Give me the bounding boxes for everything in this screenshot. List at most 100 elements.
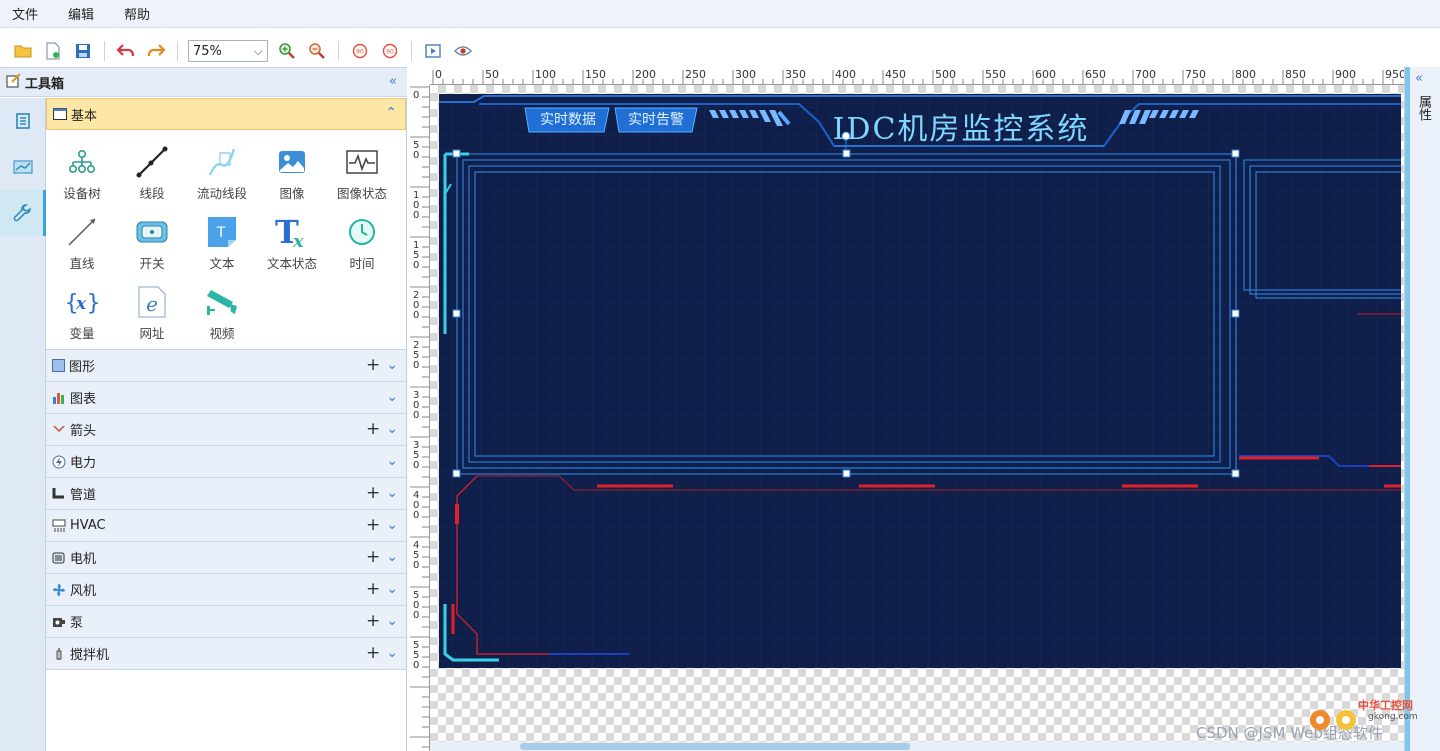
preview-eye-icon[interactable] bbox=[452, 40, 474, 62]
realtime-data-button[interactable]: 实时数据 bbox=[529, 109, 607, 129]
ruler-label: 200 bbox=[635, 68, 656, 81]
tool-image-state[interactable]: 图像状态 bbox=[327, 142, 397, 212]
collapse-left-icon[interactable]: « bbox=[389, 74, 397, 89]
ruler-label: 0 bbox=[413, 150, 419, 161]
realtime-alarm-button[interactable]: 实时告警 bbox=[617, 109, 695, 129]
chevron-up-icon[interactable]: ⌃ bbox=[385, 105, 397, 121]
tool-url[interactable]: e 网址 bbox=[117, 282, 187, 352]
chevron-down-icon[interactable]: ⌄ bbox=[386, 517, 398, 533]
section-basic-label: 基本 bbox=[71, 108, 98, 124]
vertical-ruler-ticks: 050100150200250300350400450500550 bbox=[410, 86, 429, 748]
window-icon bbox=[53, 108, 67, 120]
redo-icon[interactable] bbox=[145, 40, 167, 62]
add-icon[interactable]: + bbox=[366, 645, 380, 662]
tool-text-state[interactable]: Tx 文本状态 bbox=[257, 212, 327, 282]
expand-left-icon[interactable]: « bbox=[1415, 71, 1423, 86]
save-icon[interactable] bbox=[72, 40, 94, 62]
chevron-down-icon[interactable]: ⌄ bbox=[386, 549, 398, 565]
design-canvas-area: 0 50 100 150 200 250 300 350 400 450 500 550 600 650 7… bbox=[408, 67, 1404, 751]
chevron-down-icon[interactable]: ⌄ bbox=[386, 357, 398, 373]
camera-icon bbox=[204, 284, 240, 320]
chevron-down-icon[interactable]: ⌄ bbox=[386, 421, 398, 437]
open-folder-icon[interactable] bbox=[12, 40, 34, 62]
sidebar-tab-tools[interactable] bbox=[0, 190, 46, 236]
menu-file[interactable]: 文件 bbox=[12, 4, 38, 23]
pump-icon bbox=[53, 617, 65, 627]
tool-straight-line[interactable]: 直线 bbox=[47, 212, 117, 282]
section-mixers[interactable]: 搅拌机 + ⌄ bbox=[46, 638, 406, 670]
horizontal-scrollbar[interactable] bbox=[430, 742, 1404, 751]
zoom-in-icon[interactable] bbox=[276, 40, 298, 62]
svg-text:x: x bbox=[292, 231, 304, 249]
ruler-label: 750 bbox=[1185, 68, 1206, 81]
tool-switch[interactable]: 开关 bbox=[117, 212, 187, 282]
wrench-icon bbox=[13, 204, 31, 222]
ruler-label: 250 bbox=[685, 68, 706, 81]
tool-variable[interactable]: {x} 变量 bbox=[47, 282, 117, 352]
ruler-label: 950 bbox=[1385, 68, 1404, 81]
section-pumps[interactable]: 泵 + ⌄ bbox=[46, 606, 406, 638]
add-icon[interactable]: + bbox=[366, 357, 380, 374]
chevron-down-icon[interactable]: ⌄ bbox=[386, 453, 398, 469]
add-icon[interactable]: + bbox=[366, 517, 380, 534]
svg-text:x: x bbox=[75, 294, 87, 314]
ruler-label: 0 bbox=[413, 460, 419, 471]
rotate-right-icon[interactable]: 90 bbox=[379, 40, 401, 62]
chevron-down-icon[interactable]: ⌄ bbox=[386, 389, 398, 405]
vertical-scrollbar[interactable] bbox=[1405, 67, 1410, 751]
straight-line-icon bbox=[64, 214, 100, 250]
new-file-icon[interactable] bbox=[42, 40, 64, 62]
section-charts[interactable]: 图表 ⌄ bbox=[46, 382, 406, 414]
ruler-label: 0 bbox=[413, 510, 419, 521]
sidebar-tab-pages[interactable] bbox=[0, 98, 46, 144]
properties-label[interactable]: 属性 bbox=[1415, 95, 1431, 121]
tool-device-tree[interactable]: 设备树 bbox=[47, 142, 117, 212]
add-icon[interactable]: + bbox=[366, 613, 380, 630]
chevron-down-icon[interactable]: ⌄ bbox=[386, 613, 398, 629]
tool-image[interactable]: 图像 bbox=[257, 142, 327, 212]
menu-edit[interactable]: 编辑 bbox=[68, 4, 94, 23]
horizontal-ruler: 0 50 100 150 200 250 300 350 400 450 500 550 600 650 7… bbox=[430, 67, 1404, 85]
section-arrows[interactable]: 箭头 + ⌄ bbox=[46, 414, 406, 446]
idc-scene[interactable]: IDC机房监控系统 实时数据 实时告警 bbox=[439, 94, 1401, 668]
arrow-icon bbox=[53, 426, 65, 432]
run-icon[interactable] bbox=[422, 40, 444, 62]
tool-text[interactable]: T 文本 bbox=[187, 212, 257, 282]
section-pipes[interactable]: 管道 + ⌄ bbox=[46, 478, 406, 510]
section-hvac[interactable]: HVAC + ⌄ bbox=[46, 510, 406, 542]
zoom-out-icon[interactable] bbox=[306, 40, 328, 62]
zoom-select[interactable]: 75% ⌵ bbox=[188, 40, 268, 62]
add-icon[interactable]: + bbox=[366, 421, 380, 438]
add-icon[interactable]: + bbox=[366, 581, 380, 598]
chevron-down-icon[interactable]: ⌄ bbox=[386, 645, 398, 661]
section-power[interactable]: 电力 ⌄ bbox=[46, 446, 406, 478]
scrollbar-thumb[interactable] bbox=[520, 743, 910, 750]
tool-segment[interactable]: 线段 bbox=[117, 142, 187, 212]
chevron-down-icon[interactable]: ⌄ bbox=[386, 485, 398, 501]
add-icon[interactable]: + bbox=[366, 485, 380, 502]
basic-items-grid: 设备树 线段 流动线段 图像 图像状态 直线 开关 T 文本 T x 文本状态 … bbox=[46, 130, 406, 350]
rotate-left-icon[interactable]: 90 bbox=[349, 40, 371, 62]
add-icon[interactable]: + bbox=[366, 549, 380, 566]
ruler-corner bbox=[408, 67, 430, 85]
chevron-down-icon[interactable]: ⌄ bbox=[386, 581, 398, 597]
properties-strip: « 属性 bbox=[1404, 67, 1440, 751]
section-motors[interactable]: 电机 + ⌄ bbox=[46, 542, 406, 574]
fan-icon bbox=[53, 583, 65, 596]
section-basic[interactable]: 基本 ⌃ bbox=[46, 98, 406, 130]
chart-icon bbox=[13, 160, 33, 174]
toolbar-separator bbox=[411, 41, 412, 61]
tool-flow-segment[interactable]: 流动线段 bbox=[187, 142, 257, 212]
lightning-icon bbox=[52, 455, 66, 468]
section-fans[interactable]: 风机 + ⌄ bbox=[46, 574, 406, 606]
sidebar-tab-charts[interactable] bbox=[0, 144, 46, 190]
undo-icon[interactable] bbox=[115, 40, 137, 62]
scene-graphics bbox=[439, 94, 1401, 668]
tool-time[interactable]: 时间 bbox=[327, 212, 397, 282]
text-state-icon: Tx bbox=[274, 214, 310, 250]
ruler-label: 0 bbox=[413, 360, 419, 371]
ruler-label: 900 bbox=[1335, 68, 1356, 81]
section-shapes[interactable]: 图形 + ⌄ bbox=[46, 350, 406, 382]
menu-help[interactable]: 帮助 bbox=[124, 4, 150, 23]
tool-video[interactable]: 视频 bbox=[187, 282, 257, 352]
